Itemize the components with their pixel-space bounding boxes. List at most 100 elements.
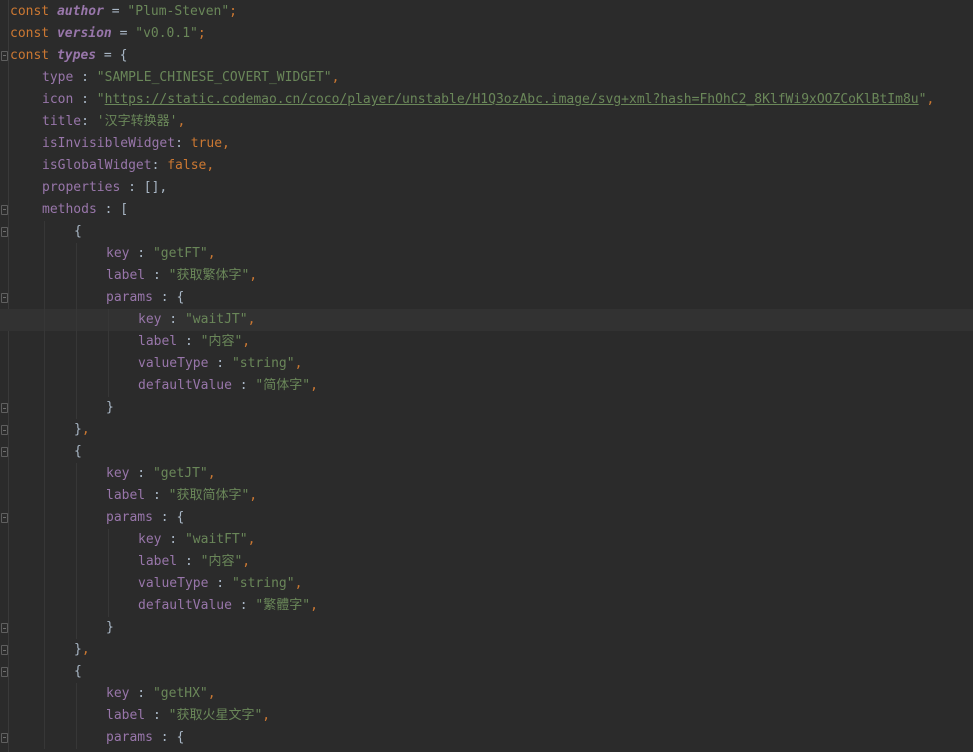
line-code: key : "getHX", — [106, 683, 216, 705]
fold-open-icon[interactable] — [1, 513, 8, 523]
code-line[interactable]: isInvisibleWidget: true, — [0, 133, 973, 155]
code-line[interactable]: valueType : "string", — [0, 353, 973, 375]
line-code: defaultValue : "简体字", — [138, 375, 318, 397]
code-line[interactable]: key : "waitFT", — [0, 529, 973, 551]
line-code: label : "获取火星文字", — [106, 705, 270, 727]
code-token: ; — [197, 26, 206, 41]
indent-guide — [76, 287, 77, 309]
fold-end-icon[interactable] — [1, 623, 8, 633]
code-line[interactable]: } — [0, 397, 973, 419]
indent-guide — [108, 331, 109, 353]
indent-guide — [76, 551, 77, 573]
code-token: : — [208, 356, 232, 371]
code-line[interactable]: const types = { — [0, 45, 973, 67]
indent-guide — [76, 617, 77, 639]
code-line[interactable]: defaultValue : "简体字", — [0, 375, 973, 397]
line-code: label : "获取繁体字", — [106, 265, 257, 287]
code-token: , — [206, 158, 215, 173]
fold-open-icon[interactable] — [1, 205, 8, 215]
code-token: "waitFT" — [184, 532, 248, 547]
fold-open-icon[interactable] — [1, 293, 8, 303]
code-line[interactable]: defaultValue : "繁體字", — [0, 595, 973, 617]
code-line[interactable]: { — [0, 221, 973, 243]
indent-guide — [76, 595, 77, 617]
code-token: : — [129, 686, 153, 701]
code-token: : — [129, 246, 153, 261]
fold-end-icon[interactable] — [1, 425, 8, 435]
indent-guide — [76, 573, 77, 595]
code-token: , — [249, 488, 258, 503]
code-line[interactable]: valueType : "string", — [0, 573, 973, 595]
indent-guide — [108, 573, 109, 595]
code-line[interactable]: label : "内容", — [0, 551, 973, 573]
code-token: type — [42, 70, 74, 85]
fold-open-icon[interactable] — [1, 733, 8, 743]
code-token: "繁體字" — [255, 598, 311, 613]
code-token: "简体字" — [255, 378, 311, 393]
code-token: https://static.codemao.cn/coco/player/un… — [104, 92, 919, 107]
indent-guide — [44, 727, 45, 749]
line-code: const version = "v0.0.1"; — [10, 23, 206, 45]
fold-open-icon[interactable] — [1, 51, 8, 61]
line-code: isInvisibleWidget: true, — [42, 133, 230, 155]
code-line[interactable]: properties : [], — [0, 177, 973, 199]
code-token: : — [73, 70, 97, 85]
fold-open-icon[interactable] — [1, 447, 8, 457]
code-token: params — [106, 730, 153, 745]
code-line[interactable]: label : "获取繁体字", — [0, 265, 973, 287]
code-line[interactable]: key : "waitJT", — [0, 309, 973, 331]
code-token: , — [331, 70, 340, 85]
code-token: , — [262, 708, 271, 723]
indent-guide — [44, 573, 45, 595]
code-token: params — [106, 510, 153, 525]
code-line[interactable]: icon : "https://static.codemao.cn/coco/p… — [0, 89, 973, 111]
fold-end-icon[interactable] — [1, 403, 8, 413]
code-token: "getJT" — [152, 466, 208, 481]
code-line[interactable]: type : "SAMPLE_CHINESE_COVERT_WIDGET", — [0, 67, 973, 89]
code-token: : — [145, 488, 169, 503]
line-code: params : { — [106, 727, 184, 749]
indent-guide — [76, 529, 77, 551]
line-code: { — [74, 441, 82, 463]
code-line[interactable]: } — [0, 617, 973, 639]
code-token: '汉字转换器' — [96, 114, 178, 129]
code-token: : — [175, 136, 191, 151]
code-token: label — [106, 488, 146, 503]
code-line[interactable]: params : { — [0, 507, 973, 529]
code-line[interactable]: isGlobalWidget: false, — [0, 155, 973, 177]
code-line[interactable]: label : "获取火星文字", — [0, 705, 973, 727]
code-line[interactable]: key : "getFT", — [0, 243, 973, 265]
code-token: key — [138, 312, 162, 327]
code-line[interactable]: { — [0, 661, 973, 683]
code-line[interactable]: const version = "v0.0.1"; — [0, 23, 973, 45]
code-line[interactable]: params : { — [0, 287, 973, 309]
code-token: ; — [229, 4, 237, 19]
line-code: label : "获取简体字", — [106, 485, 257, 507]
code-line[interactable]: const author = "Plum-Steven"; — [0, 1, 973, 23]
code-token: defaultValue — [138, 378, 232, 393]
code-line[interactable]: }, — [0, 419, 973, 441]
code-editor[interactable]: const author = "Plum-Steven"; const versi… — [0, 0, 973, 752]
code-line[interactable]: params : { — [0, 727, 973, 749]
fold-end-icon[interactable] — [1, 645, 8, 655]
code-token: label — [138, 554, 178, 569]
code-line[interactable]: label : "内容", — [0, 331, 973, 353]
code-line[interactable]: key : "getHX", — [0, 683, 973, 705]
indent-guide — [44, 617, 45, 639]
code-token: "Plum-Steven" — [127, 4, 230, 19]
fold-open-icon[interactable] — [1, 667, 8, 677]
line-code: type : "SAMPLE_CHINESE_COVERT_WIDGET", — [42, 67, 339, 89]
indent-guide — [44, 595, 45, 617]
code-line[interactable]: label : "获取简体字", — [0, 485, 973, 507]
code-line[interactable]: methods : [ — [0, 199, 973, 221]
code-line[interactable]: }, — [0, 639, 973, 661]
code-token: } — [106, 400, 114, 415]
code-token: false — [167, 158, 207, 173]
code-token: { — [74, 444, 82, 459]
code-line[interactable]: key : "getJT", — [0, 463, 973, 485]
code-token: const — [10, 48, 50, 63]
code-line[interactable]: { — [0, 441, 973, 463]
code-line[interactable]: title: '汉字转换器', — [0, 111, 973, 133]
fold-open-icon[interactable] — [1, 227, 8, 237]
